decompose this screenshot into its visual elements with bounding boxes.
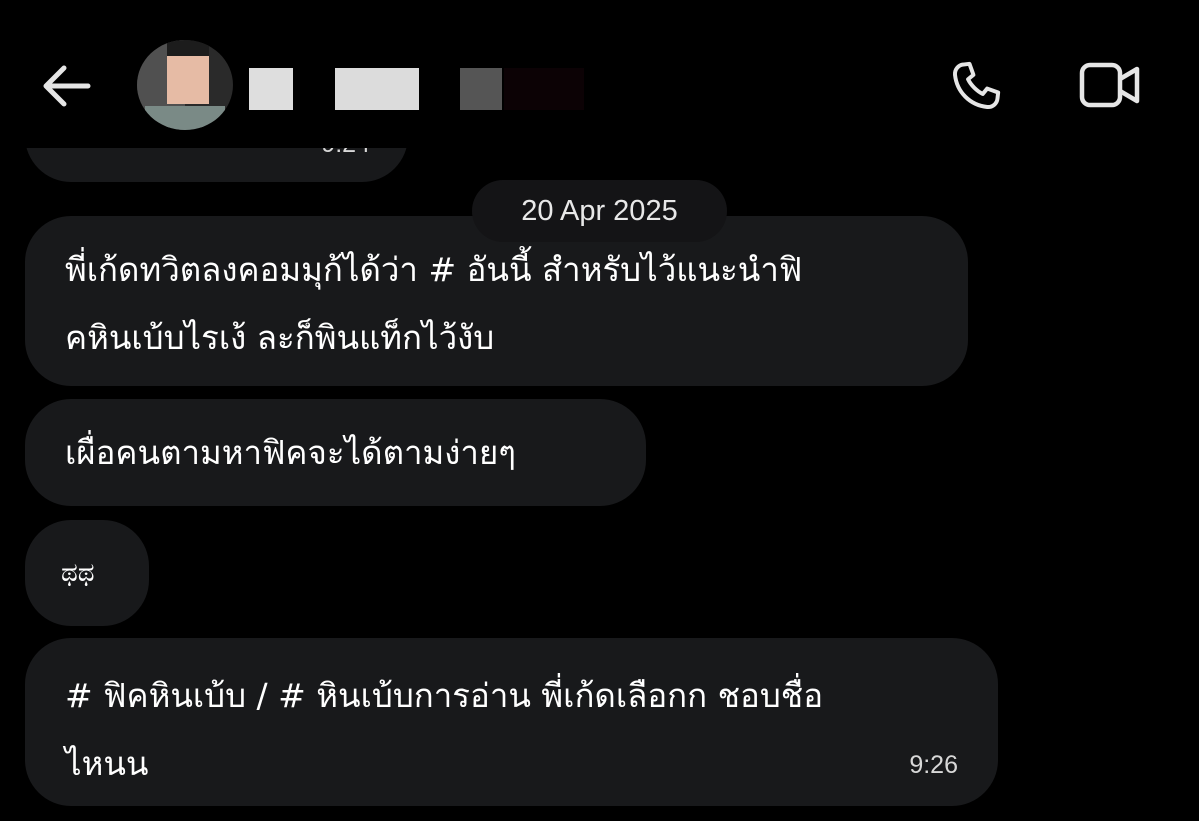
message-bubble[interactable]: # ฟิคหินเบ้บ / # หินเบ้บการอ่าน พี่เก้ดเ…: [25, 638, 998, 806]
message-text: เผื่อคนตามหาฟิคจะได้ตามง่ายๆ: [65, 433, 517, 472]
chat-header: [0, 0, 1199, 148]
phone-icon[interactable]: [948, 58, 1004, 114]
message-bubble[interactable]: ಥಥ: [25, 520, 149, 626]
date-separator-label: 20 Apr 2025: [521, 195, 678, 227]
contact-name[interactable]: [249, 68, 589, 110]
message-text: # ฟิคหินเบ้บ / # หินเบ้บการอ่าน พี่เก้ดเ…: [65, 676, 824, 783]
message-bubble[interactable]: เผื่อคนตามหาฟิคจะได้ตามง่ายๆ: [25, 399, 646, 506]
message-text: พี่เก้ดทวิตลงคอมมุก้ได้ว่า # อันนี้ สำหร…: [65, 250, 803, 357]
message-text: ಥಥ: [61, 558, 95, 588]
message-timestamp: 9:26: [909, 751, 958, 779]
video-camera-icon[interactable]: [1078, 60, 1142, 110]
date-separator: 20 Apr 2025: [472, 180, 727, 242]
avatar[interactable]: [137, 40, 233, 130]
arrow-left-icon[interactable]: [40, 62, 92, 110]
